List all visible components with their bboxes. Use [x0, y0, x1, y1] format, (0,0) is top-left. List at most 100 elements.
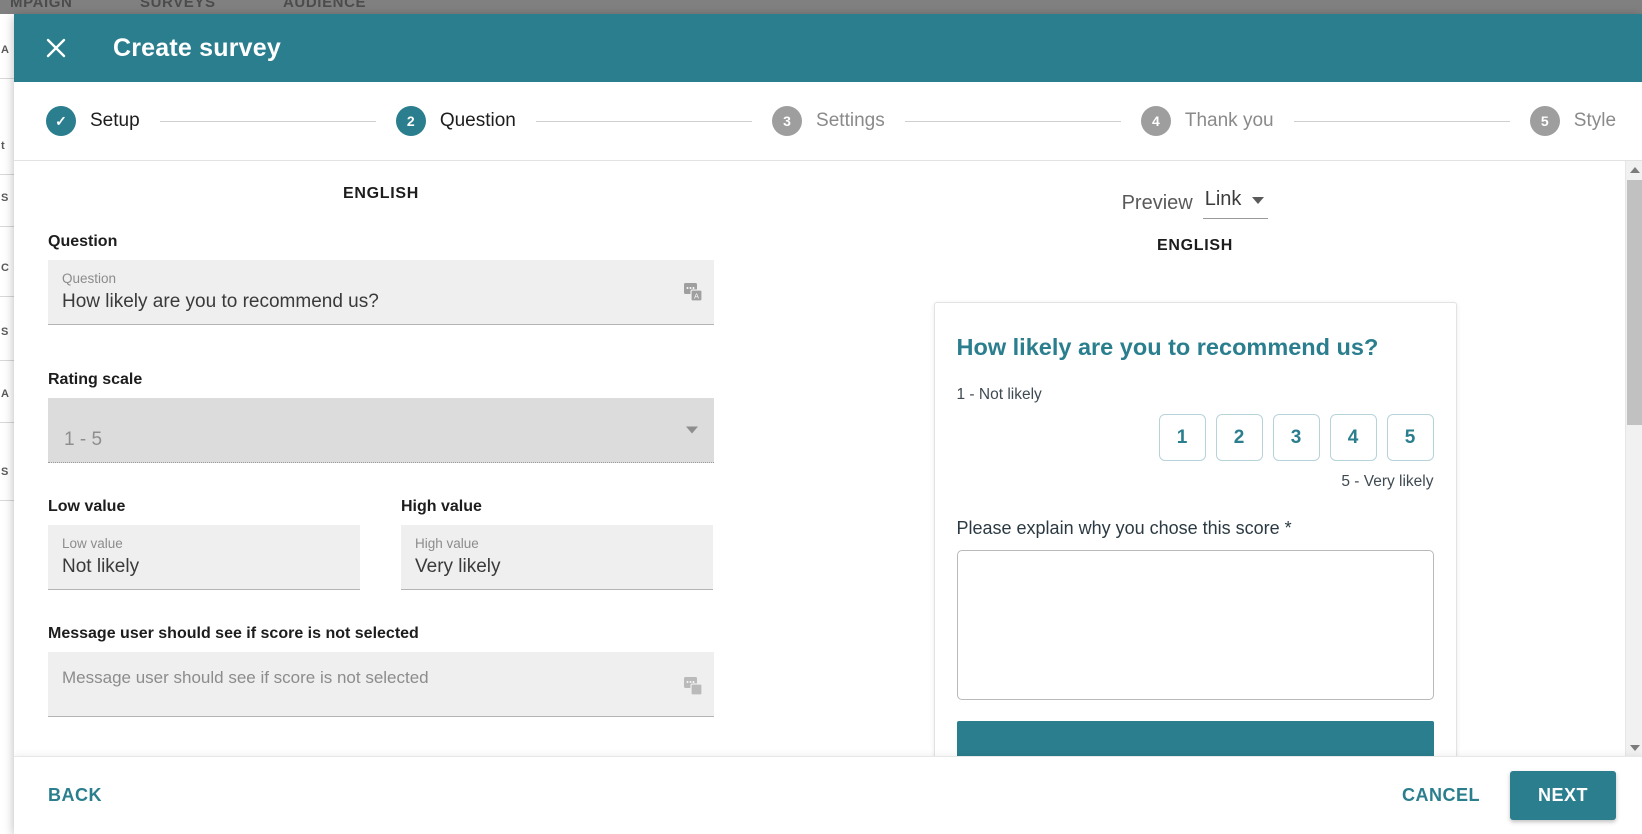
rating-button-5[interactable]: 5 [1386, 414, 1434, 462]
preview-high-caption: 5 - Very likely [1341, 473, 1434, 491]
high-value-inline-label: High value [415, 536, 479, 551]
stepper-connector [904, 120, 1121, 122]
stepper: ✓ Setup 2 Question 3 Settings 4 Thank you 5 Style [14, 82, 1642, 161]
translate-icon[interactable]: A [684, 283, 703, 302]
background-nav-item[interactable]: MPAIGN [10, 0, 73, 11]
page-title: Create survey [113, 33, 281, 62]
not-selected-message-placeholder: Message user should see if score is not … [62, 668, 429, 687]
rating-scale-value: 1 - 5 [64, 429, 103, 450]
back-button[interactable]: BACK [48, 785, 102, 806]
stepper-item-style[interactable]: 5 Style [1529, 106, 1617, 136]
preview-mode-select[interactable]: Link [1202, 187, 1269, 219]
background-sidebar-item[interactable]: C [1, 262, 9, 274]
high-value-input[interactable]: High value Very likely [401, 525, 713, 590]
stepper-item-setup[interactable]: ✓ Setup [46, 106, 140, 136]
low-value-value: Not likely [62, 556, 140, 578]
stepper-item-settings[interactable]: 3 Settings [772, 106, 885, 136]
preview-submit-button[interactable] [956, 721, 1434, 756]
triangle-down-icon[interactable] [1626, 739, 1642, 756]
background-divider [0, 500, 14, 501]
stepper-label: Thank you [1184, 110, 1274, 131]
close-icon[interactable] [36, 28, 76, 68]
question-inline-label: Question [62, 271, 117, 286]
preview-label: Preview [1121, 191, 1193, 214]
preview-rating-scale: 12345 [957, 414, 1434, 462]
stepper-connector [1293, 120, 1510, 122]
next-button[interactable]: NEXT [1509, 771, 1616, 820]
preview-followup-textarea[interactable] [956, 550, 1434, 701]
triangle-up-icon[interactable] [1626, 161, 1642, 178]
background-nav-item[interactable]: AUDIENCE [283, 0, 366, 11]
preview-question-text: How likely are you to recommend us? [956, 334, 1379, 360]
background-divider [0, 226, 14, 227]
not-selected-message-input[interactable]: Message user should see if score is not … [48, 652, 714, 717]
background-divider [0, 360, 14, 361]
stepper-badge: 2 [395, 106, 426, 136]
modal-scroll-area: ENGLISH Question Question How likely are… [14, 161, 1642, 756]
cancel-button[interactable]: CANCEL [1402, 785, 1480, 806]
create-survey-modal: Create survey ✓ Setup 2 Question 3 Settings 4 T… [14, 14, 1642, 834]
stepper-badge: 4 [1140, 106, 1171, 136]
stepper-connector [535, 120, 753, 122]
stepper-badge: 5 [1529, 106, 1560, 136]
rating-button-2[interactable]: 2 [1215, 414, 1263, 462]
low-value-inline-label: Low value [62, 536, 123, 551]
scrollbar-thumb[interactable] [1627, 180, 1642, 425]
low-high-value-row: Low value Low value Not likely High valu… [48, 498, 754, 590]
low-value-input[interactable]: Low value Not likely [48, 525, 360, 590]
question-input[interactable]: Question How likely are you to recommend… [48, 260, 714, 325]
background-divider [0, 422, 14, 423]
preview-followup-label: Please explain why you chose this score … [956, 518, 1292, 539]
preview-mode-value: Link [1204, 187, 1242, 210]
background-sidebar-item[interactable]: A [1, 44, 9, 56]
chevron-down-icon [686, 426, 698, 434]
background-divider [0, 174, 14, 175]
background-sidebar-item[interactable]: S [1, 192, 8, 204]
chevron-down-icon [1252, 197, 1265, 204]
low-value-heading: Low value [48, 498, 126, 515]
stepper-label: Style [1573, 110, 1617, 131]
rating-scale-group: Rating scale 1 - 5 [48, 371, 754, 463]
background-top-navigation: MPAIGN SURVEYS AUDIENCE [0, 0, 1642, 14]
preview-low-caption: 1 - Not likely [956, 386, 1042, 404]
background-nav-item[interactable]: SURVEYS [140, 0, 216, 11]
translate-icon[interactable] [684, 677, 703, 696]
footer-actions: CANCEL NEXT [1402, 771, 1616, 820]
stepper-label: Settings [816, 110, 885, 131]
high-value-group: High value High value Very likely [401, 498, 713, 590]
background-divider [0, 296, 14, 297]
high-value-heading: High value [401, 498, 482, 515]
svg-text:A: A [694, 292, 699, 301]
background-sidebar-item[interactable]: t [1, 140, 5, 152]
survey-preview-card: How likely are you to recommend us? 1 - … [933, 302, 1457, 756]
stepper-label: Setup [90, 110, 140, 131]
rating-scale-heading: Rating scale [48, 371, 143, 388]
preview-panel: Preview Link ENGLISH How likely are you … [774, 161, 1616, 756]
question-heading: Question [48, 233, 118, 250]
background-sidebar: At S C S A S [0, 14, 14, 834]
background-divider [0, 78, 14, 79]
form-language-label: ENGLISH [342, 185, 420, 202]
rating-button-1[interactable]: 1 [1158, 414, 1206, 462]
rating-button-4[interactable]: 4 [1329, 414, 1377, 462]
low-value-group: Low value Low value Not likely [48, 498, 360, 590]
preview-language-label: ENGLISH [1156, 237, 1234, 254]
stepper-badge: 3 [772, 106, 803, 136]
background-sidebar-item[interactable]: S [1, 326, 8, 338]
high-value-value: Very likely [415, 556, 501, 578]
preview-header: Preview Link [774, 161, 1616, 221]
background-sidebar-item[interactable]: S [1, 466, 8, 478]
stepper-item-thank-you[interactable]: 4 Thank you [1140, 106, 1274, 136]
not-selected-message-heading: Message user should see if score is not … [48, 625, 419, 642]
background-sidebar-item[interactable]: A [1, 388, 9, 400]
vertical-scrollbar[interactable] [1625, 161, 1642, 756]
stepper-badge: ✓ [46, 106, 76, 136]
modal-header: Create survey [14, 14, 1642, 82]
stepper-item-question[interactable]: 2 Question [395, 106, 516, 136]
rating-scale-select[interactable]: 1 - 5 [48, 398, 714, 463]
stepper-label: Question [439, 110, 516, 131]
question-value: How likely are you to recommend us? [62, 291, 379, 313]
modal-body: ENGLISH Question Question How likely are… [14, 161, 1642, 756]
rating-button-3[interactable]: 3 [1272, 414, 1320, 462]
not-selected-message-group: Message user should see if score is not … [48, 625, 754, 717]
